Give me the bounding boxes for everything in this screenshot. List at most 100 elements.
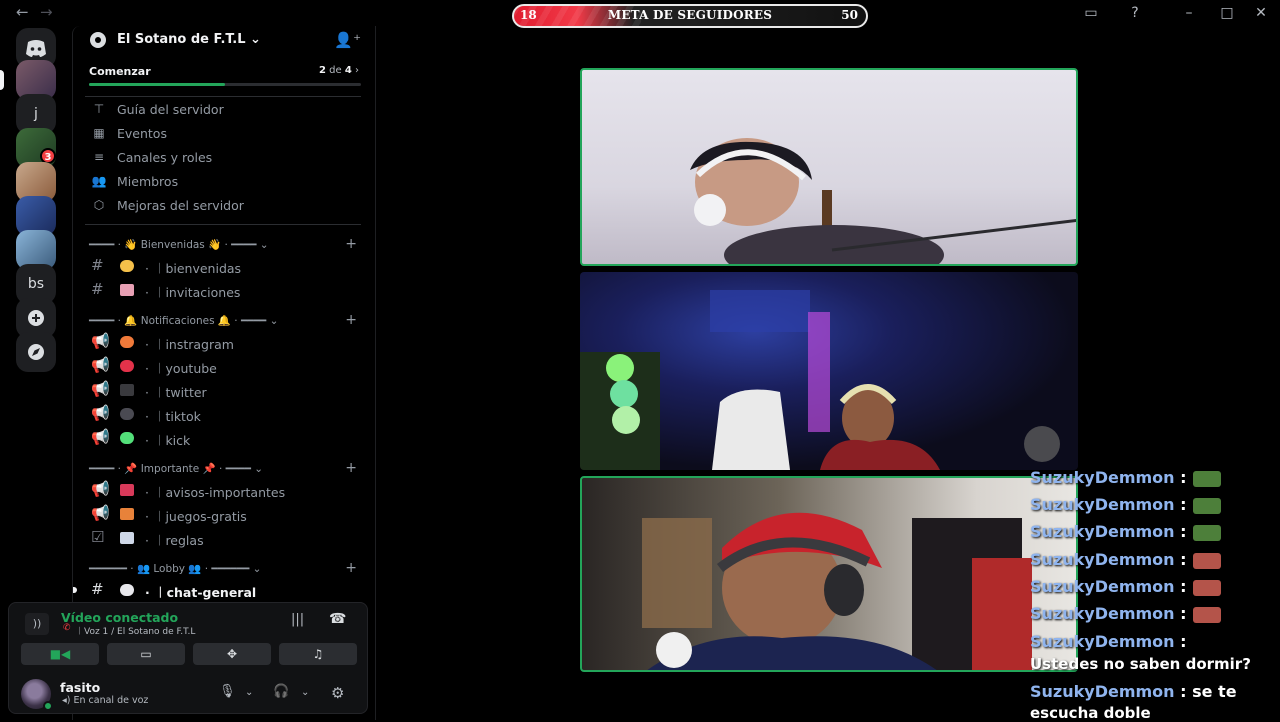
video-tile[interactable]: [580, 68, 1078, 266]
headphones-icon[interactable]: 🎧: [273, 684, 289, 699]
channel-juegos-gratis[interactable]: 📢 · ︱juegos-gratis: [85, 502, 361, 526]
nav-label: Canales y roles: [117, 150, 213, 165]
compass-icon[interactable]: [16, 332, 56, 372]
server-guide-item[interactable]: ⊤ Guía del servidor: [85, 98, 361, 122]
chat-colon: :: [1180, 604, 1187, 623]
chat-message: SuzukyDemmon :: [1030, 577, 1221, 596]
events-item[interactable]: ▦ Eventos: [85, 122, 361, 146]
server-header[interactable]: El Sotano de F.T.L ⌄ 👤⁺: [73, 26, 375, 56]
members-item[interactable]: 👥 Miembros: [85, 170, 361, 194]
chevron-down-icon[interactable]: ⌄: [301, 687, 309, 698]
video-tile[interactable]: [580, 476, 1078, 672]
invite-people-icon[interactable]: 👤⁺: [334, 31, 361, 49]
channel-reglas[interactable]: ☑ · ︱reglas: [85, 526, 361, 550]
voice-location[interactable]: ︱Voz 1 / El Sotano de F.T.L: [75, 624, 195, 637]
username[interactable]: fasito: [60, 680, 100, 695]
disconnect-icon[interactable]: ☎: [329, 611, 346, 627]
channel-bienvenidas[interactable]: # · ︱bienvenidas: [85, 254, 361, 278]
twitter-icon: [120, 384, 134, 396]
announcement-channel-icon: 📢: [91, 332, 110, 350]
announcement-channel-icon: 📢: [91, 504, 110, 522]
server-settings-icon: [90, 32, 106, 48]
frog-emote-icon: [1192, 470, 1221, 487]
voice-status[interactable]: Vídeo conectado: [61, 610, 178, 625]
nav-label: Guía del servidor: [117, 102, 224, 117]
channel-chat-general[interactable]: # · ︱chat-general: [73, 578, 361, 602]
settings-gear-icon[interactable]: ⚙: [331, 684, 344, 702]
chat-colon: :: [1180, 495, 1187, 514]
rules-channel-icon: ☑: [91, 528, 105, 546]
inbox-icon[interactable]: ▭: [1080, 2, 1102, 24]
video-tile[interactable]: [580, 272, 1078, 470]
chat-author: SuzukyDemmon: [1030, 550, 1175, 569]
help-icon[interactable]: ?: [1124, 2, 1146, 24]
add-channel-icon[interactable]: +: [345, 236, 357, 252]
members-icon: 👥: [91, 174, 107, 188]
book-emoji-icon: [120, 532, 134, 544]
chat-message-text: escucha doble: [1030, 704, 1151, 722]
chat-colon: :: [1180, 577, 1187, 596]
close-icon[interactable]: ✕: [1250, 2, 1272, 24]
chat-message: SuzukyDemmon :: [1030, 522, 1221, 541]
add-channel-icon[interactable]: +: [345, 560, 357, 576]
chat-author: SuzukyDemmon: [1030, 632, 1175, 651]
boost-icon: ⬡: [93, 198, 105, 212]
announcement-channel-icon: 📢: [91, 404, 110, 422]
minimize-icon[interactable]: –: [1178, 2, 1200, 24]
chat-colon: :: [1180, 522, 1187, 541]
channels-roles-item[interactable]: ≡ Canales y roles: [85, 146, 361, 170]
gift-emoji-icon: [120, 508, 134, 520]
channel-name: · ︱twitter: [145, 385, 207, 400]
megaphone-emoji-icon: [120, 484, 134, 496]
chat-message-text: se te: [1192, 682, 1237, 701]
unread-indicator: [73, 587, 77, 593]
maximize-icon[interactable]: □: [1216, 2, 1238, 24]
face-emote-icon: [1192, 552, 1221, 569]
channel-name: · ︱avisos-importantes: [145, 485, 286, 500]
chat-colon: :: [1180, 682, 1187, 701]
nav-label: Eventos: [117, 126, 167, 141]
channel-youtube[interactable]: 📢 · ︱youtube: [85, 354, 361, 378]
channel-name: · ︱youtube: [145, 361, 217, 376]
category-lobby[interactable]: ━━━━━━ · 👥 Lobby 👥 · ━━━━━━ ⌄ +: [85, 560, 361, 578]
chat-message: SuzukyDemmon :: [1030, 468, 1221, 487]
signpost-icon: ⊤: [93, 102, 105, 116]
connection-signal-icon[interactable]: )): [25, 613, 49, 635]
channel-tiktok[interactable]: 📢 · ︱tiktok: [85, 402, 361, 426]
category-bienvenidas[interactable]: ━━━━ · 👋 Bienvenidas 👋 · ━━━━ ⌄ +: [85, 236, 361, 254]
category-label: ━━━━ · 👋 Bienvenidas 👋 · ━━━━ ⌄: [89, 239, 269, 251]
server-boost-item[interactable]: ⬡ Mejoras del servidor: [85, 194, 361, 218]
progress-label: Comenzar: [89, 65, 151, 78]
chevron-down-icon[interactable]: ⌄: [245, 687, 253, 698]
server-name: El Sotano de F.T.L ⌄: [117, 32, 261, 47]
progress-track: [89, 83, 361, 86]
soundboard-button[interactable]: ♫: [279, 643, 357, 665]
category-importante[interactable]: ━━━━ · 📌 Importante 📌 · ━━━━ ⌄ +: [85, 460, 361, 478]
youtube-icon: [120, 360, 134, 372]
calendar-icon: ▦: [93, 126, 105, 140]
camera-button[interactable]: ■◀: [21, 643, 99, 665]
envelope-emoji-icon: [120, 284, 134, 296]
onboarding-progress[interactable]: Comenzar 2 de 4 ›: [85, 62, 365, 92]
chat-message: SuzukyDemmon :: [1030, 604, 1221, 623]
microphone-icon[interactable]: 🎙: [219, 684, 236, 699]
add-channel-icon[interactable]: +: [345, 460, 357, 476]
channel-avisos-importantes[interactable]: 📢 · ︱avisos-importantes: [85, 478, 361, 502]
channel-kick[interactable]: 📢 · ︱kick: [85, 426, 361, 450]
category-notificaciones[interactable]: ━━━━ · 🔔 Notificaciones 🔔 · ━━━━ ⌄ +: [85, 312, 361, 330]
noise-suppression-icon[interactable]: |||: [291, 612, 304, 627]
divider: [85, 224, 361, 225]
channel-name: · ︱reglas: [145, 533, 204, 548]
chat-author: SuzukyDemmon: [1030, 495, 1175, 514]
category-label: ━━━━ · 📌 Importante 📌 · ━━━━ ⌄: [89, 463, 264, 475]
activities-button[interactable]: ✥: [193, 643, 271, 665]
frog-emote-icon: [1192, 524, 1221, 541]
stream-chat-overlay: SuzukyDemmon : SuzukyDemmon : SuzukyDemm…: [1028, 466, 1280, 722]
channel-invitaciones[interactable]: # · ︱invitaciones: [85, 278, 361, 302]
channel-instragram[interactable]: 📢 · ︱instragram: [85, 330, 361, 354]
add-channel-icon[interactable]: +: [345, 312, 357, 328]
screen-share-button[interactable]: ▭: [107, 643, 185, 665]
channel-name: · ︱invitaciones: [145, 285, 241, 300]
speech-bubble-emoji-icon: [120, 584, 134, 596]
channel-twitter[interactable]: 📢 · ︱twitter: [85, 378, 361, 402]
